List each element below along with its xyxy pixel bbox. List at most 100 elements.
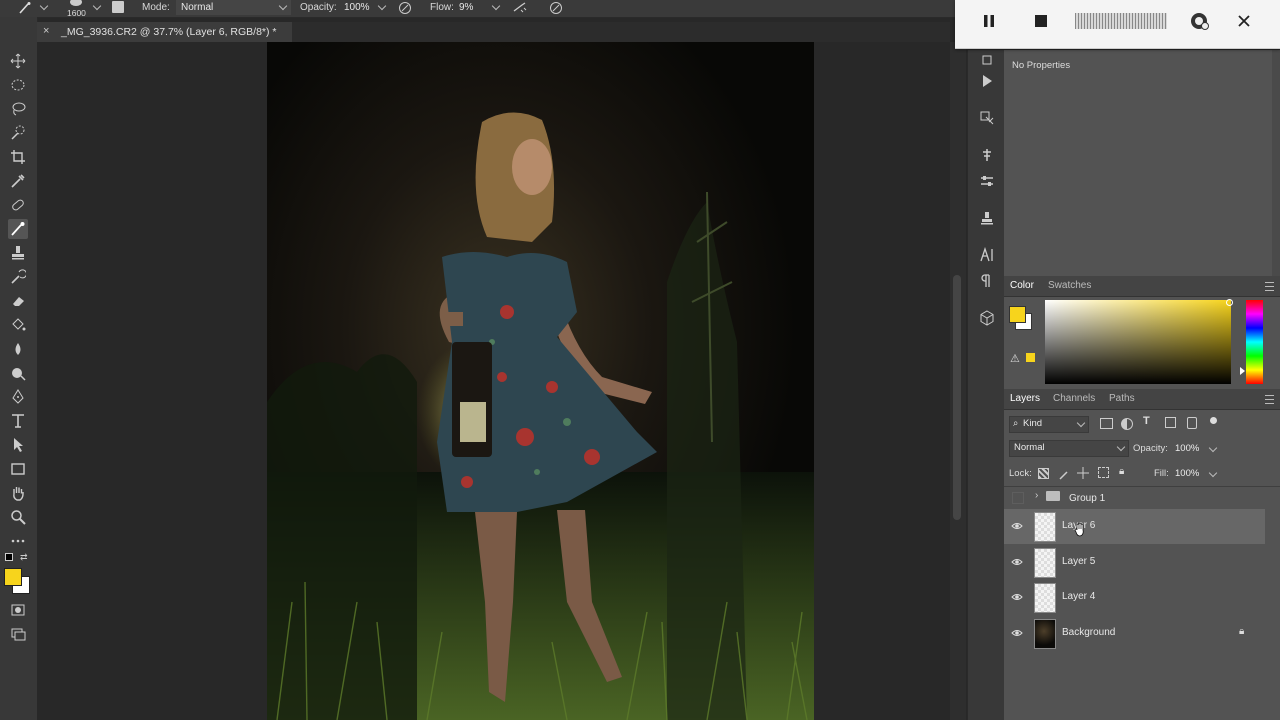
- eyedropper-tool-icon[interactable]: [8, 171, 28, 191]
- gamut-color-swatch[interactable]: [1026, 353, 1035, 362]
- tab-color[interactable]: Color: [1010, 280, 1034, 291]
- paint-bucket-tool-icon[interactable]: [8, 315, 28, 335]
- audio-level-meter: [1075, 13, 1167, 29]
- color-picker-handle[interactable]: [1226, 299, 1233, 306]
- eye-icon[interactable]: [1011, 591, 1023, 603]
- brush-settings-panel-icon[interactable]: [977, 145, 997, 165]
- filter-shape-icon[interactable]: [1165, 417, 1176, 428]
- airbrush-icon[interactable]: [512, 1, 528, 18]
- tab-layers[interactable]: Layers: [1010, 393, 1040, 404]
- crop-tool-icon[interactable]: [8, 147, 28, 167]
- history-brush-tool-icon[interactable]: [8, 267, 28, 287]
- properties-scrollbar[interactable]: [1272, 50, 1280, 276]
- layers-panel-menu-icon[interactable]: [1265, 395, 1274, 404]
- path-selection-tool-icon[interactable]: [8, 435, 28, 455]
- scrollbar-thumb[interactable]: [953, 275, 961, 520]
- eye-icon[interactable]: [1011, 556, 1023, 568]
- character-panel-icon[interactable]: [977, 245, 997, 265]
- actions-panel-icon[interactable]: [977, 71, 997, 91]
- close-tab-icon[interactable]: ×: [43, 25, 49, 37]
- document-tab[interactable]: × _MG_3936.CR2 @ 37.7% (Layer 6, RGB/8*)…: [37, 22, 292, 42]
- lock-pixels-icon[interactable]: [1059, 467, 1070, 485]
- tab-paths[interactable]: Paths: [1109, 393, 1135, 404]
- hue-slider-handle[interactable]: [1240, 367, 1245, 375]
- fill-value[interactable]: 100%: [1175, 468, 1199, 479]
- layer-row-layer-6[interactable]: Layer 6: [1004, 509, 1265, 544]
- filter-toggle-icon[interactable]: [1210, 417, 1217, 424]
- dodge-tool-icon[interactable]: [8, 363, 28, 383]
- rectangle-tool-icon[interactable]: [8, 459, 28, 479]
- tab-swatches[interactable]: Swatches: [1048, 280, 1091, 291]
- pause-recording-button[interactable]: [974, 10, 1004, 32]
- marquee-tool-icon[interactable]: [8, 75, 28, 95]
- filter-pixel-icon[interactable]: [1100, 418, 1113, 429]
- opacity-chevron-icon[interactable]: [377, 1, 387, 11]
- move-tool-icon[interactable]: [8, 51, 28, 71]
- color-foreground-swatch[interactable]: [1009, 306, 1026, 323]
- history-panel-icon[interactable]: [977, 50, 997, 70]
- layer-filter-dropdown[interactable]: ⌕ Kind: [1009, 416, 1089, 433]
- lock-transparent-icon[interactable]: [1038, 468, 1049, 479]
- pressure-opacity-icon[interactable]: [398, 1, 412, 18]
- color-panel-menu-icon[interactable]: [1265, 282, 1274, 291]
- stop-recording-button[interactable]: [1026, 10, 1056, 32]
- opacity-value[interactable]: 100%: [344, 2, 370, 13]
- brush-picker-chevron-icon[interactable]: [92, 1, 102, 11]
- document-image[interactable]: [267, 42, 814, 720]
- tab-channels[interactable]: Channels: [1053, 393, 1095, 404]
- brush-settings-icon[interactable]: [112, 1, 124, 13]
- close-recorder-button[interactable]: [1229, 10, 1259, 32]
- swap-colors-icon[interactable]: ⇄: [20, 552, 28, 563]
- layer-row-layer-4[interactable]: Layer 4: [1004, 580, 1265, 615]
- quick-selection-tool-icon[interactable]: [8, 123, 28, 143]
- lasso-tool-icon[interactable]: [8, 99, 28, 119]
- filter-type-icon[interactable]: T: [1143, 415, 1150, 427]
- healing-brush-tool-icon[interactable]: [8, 195, 28, 215]
- layer-row-background[interactable]: Background 🔒︎: [1004, 616, 1265, 651]
- pressure-size-icon[interactable]: [549, 1, 563, 18]
- out-of-gamut-warning-icon[interactable]: ⚠: [1010, 352, 1020, 365]
- hand-tool-icon[interactable]: [8, 483, 28, 503]
- lock-artboard-icon[interactable]: [1098, 467, 1109, 478]
- lock-position-icon[interactable]: [1077, 466, 1089, 484]
- blur-tool-icon[interactable]: [8, 339, 28, 359]
- webcam-toggle-button[interactable]: [1185, 10, 1215, 32]
- hue-slider[interactable]: [1246, 300, 1263, 384]
- clone-stamp-tool-icon[interactable]: [8, 243, 28, 263]
- paths-panel-icon[interactable]: [977, 108, 997, 128]
- fill-chevron-icon[interactable]: [1208, 468, 1218, 478]
- layer-opacity-value[interactable]: 100%: [1175, 443, 1199, 454]
- filter-adjustment-icon[interactable]: [1121, 418, 1133, 430]
- group-visibility-toggle[interactable]: [1012, 492, 1024, 504]
- filter-smart-object-icon[interactable]: [1187, 417, 1197, 429]
- default-colors-icon[interactable]: [5, 553, 13, 561]
- more-tools-icon[interactable]: [8, 531, 28, 551]
- layer-row-layer-5[interactable]: Layer 5: [1004, 545, 1265, 580]
- eraser-tool-icon[interactable]: [8, 291, 28, 311]
- blend-mode-dropdown[interactable]: Normal: [1009, 440, 1129, 457]
- layer-row-group-1[interactable]: › Group 1: [1004, 488, 1265, 508]
- lock-all-icon[interactable]: 🔒︎: [1119, 466, 1124, 477]
- clone-source-panel-icon[interactable]: [977, 208, 997, 228]
- mode-dropdown[interactable]: Normal: [176, 0, 291, 15]
- flow-chevron-icon[interactable]: [491, 1, 501, 11]
- screen-mode-icon[interactable]: [8, 624, 28, 644]
- brush-tip-icon[interactable]: [70, 0, 82, 6]
- layer-opacity-chevron-icon[interactable]: [1208, 443, 1218, 453]
- brush-tool-icon[interactable]: [18, 1, 32, 18]
- tool-preset-chevron-icon[interactable]: [39, 1, 49, 11]
- pen-tool-icon[interactable]: [8, 387, 28, 407]
- zoom-tool-icon[interactable]: [8, 507, 28, 527]
- 3d-panel-icon[interactable]: [977, 308, 997, 328]
- flow-value[interactable]: 9%: [459, 2, 473, 13]
- foreground-color-swatch[interactable]: [4, 568, 22, 586]
- group-expand-chevron-icon[interactable]: ›: [1035, 490, 1038, 501]
- eye-icon[interactable]: [1011, 627, 1023, 639]
- paragraph-panel-icon[interactable]: [977, 271, 997, 291]
- color-picker-field[interactable]: [1045, 300, 1231, 384]
- quick-mask-icon[interactable]: [8, 600, 28, 620]
- eye-icon[interactable]: [1011, 520, 1023, 532]
- brush-tool-icon[interactable]: [8, 219, 28, 239]
- type-tool-icon[interactable]: [8, 411, 28, 431]
- adjustments-panel-icon[interactable]: [977, 171, 997, 191]
